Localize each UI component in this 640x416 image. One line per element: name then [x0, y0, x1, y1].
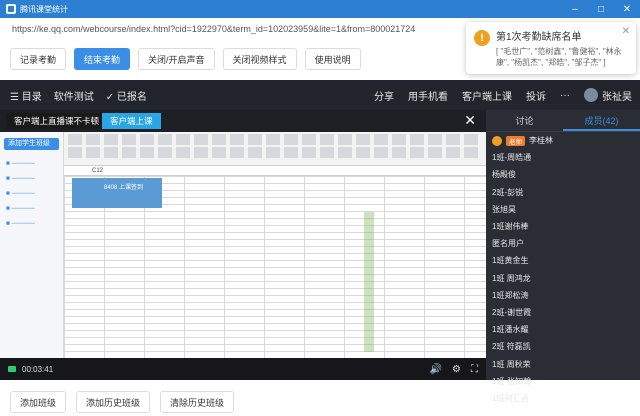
catalog-link[interactable]: ☰ 目录 — [10, 88, 42, 103]
member-item[interactable]: 张旭昊 — [486, 201, 640, 218]
member-name: 1班黄金生 — [492, 256, 529, 266]
clear-history-class-button[interactable]: 清除历史班级 — [160, 391, 235, 413]
classroom-stage: ☰ 目录 软件测试 ✓ 已报名 分享 用手机看 客户端上课 投诉 ··· 张祉昊… — [0, 80, 640, 403]
add-history-class-button[interactable]: 添加历史班级 — [76, 391, 151, 413]
member-item[interactable]: 1班谢伟棒 — [486, 218, 640, 235]
title-bar: 腾讯课堂统计 – □ ✕ — [0, 0, 640, 18]
fullscreen-icon[interactable]: ⛶ — [471, 364, 478, 375]
member-name: 1班潘水耀 — [492, 325, 529, 335]
toggle-sound-button[interactable]: 关闭/开启声音 — [138, 48, 215, 70]
member-item[interactable]: 1班潘水耀 — [486, 321, 640, 338]
spreadsheet-ribbon — [64, 132, 486, 166]
client-promo-banner: 客户端上直播课不卡顿 — [6, 113, 108, 129]
video-controls: 00:03:41 🔊 ⚙ ⛶ — [0, 358, 486, 380]
member-name: 1班 周鸿龙 — [492, 273, 531, 283]
member-item[interactable]: 2班-彭锐 — [486, 184, 640, 201]
shared-nav-item: ■ ───── — [6, 175, 35, 182]
classroom-nav: ☰ 目录 软件测试 ✓ 已报名 分享 用手机看 客户端上课 投诉 ··· 张祉昊 — [0, 80, 640, 110]
highlight-column — [364, 212, 374, 352]
record-attendance-button[interactable]: 记录考勤 — [10, 48, 67, 70]
instructions-button[interactable]: 使用说明 — [304, 48, 361, 70]
side-panel: 讨论 成员(42) 老师 李桂林 1班-周皓通 杨殿俊 2班-彭锐张旭昊 1班谢伟棒匿名用… — [486, 110, 640, 403]
member-item[interactable]: 老师 李桂林 — [486, 132, 640, 149]
window-controls: – □ ✕ — [562, 0, 640, 18]
user-name[interactable]: 张祉昊 — [602, 88, 632, 103]
client-class-button[interactable]: 客户端上课 — [102, 113, 161, 129]
sheet-title: 8408 上课签到 — [104, 185, 144, 191]
volume-icon[interactable]: 🔊 — [430, 364, 442, 375]
video-header: 客户端上直播课不卡顿 客户端上课 ✕ — [0, 110, 486, 132]
exclamation-icon: ! — [474, 30, 490, 46]
close-icon[interactable]: ✕ — [464, 112, 476, 129]
member-name: 杨殿俊 — [492, 170, 516, 180]
playback-time: 00:03:41 — [22, 364, 54, 374]
shared-nav-item: ■ ───── — [6, 205, 35, 212]
window-title: 腾讯课堂统计 — [20, 4, 68, 14]
app-icon — [6, 4, 16, 14]
maximize-button[interactable]: □ — [588, 0, 614, 18]
member-name: 1班 周秋荣 — [492, 359, 531, 369]
more-menu[interactable]: ··· — [560, 90, 570, 101]
avatar — [584, 88, 598, 102]
formula-bar: C12 — [64, 166, 486, 176]
end-attendance-button[interactable]: 结束考勤 — [74, 48, 131, 70]
member-item[interactable]: 杨殿俊 — [486, 166, 640, 183]
member-list: 老师 李桂林 1班-周皓通 杨殿俊 2班-彭锐张旭昊 1班谢伟棒匿名用户 1班黄金生 1班 周… — [486, 132, 640, 407]
close-icon[interactable]: ✕ — [622, 26, 630, 37]
url-text: https://ke.qq.com/webcourse/index.html?c… — [12, 24, 416, 34]
tab-members[interactable]: 成员(42) — [563, 110, 640, 131]
avatar — [492, 135, 502, 146]
side-tabs: 讨论 成员(42) — [486, 110, 640, 132]
member-item[interactable]: 1班-张知翰 — [486, 373, 640, 390]
member-item[interactable]: 2班 符磊凯 — [486, 338, 640, 355]
shared-nav-item: ■ ───── — [6, 220, 35, 227]
member-item[interactable]: 1班 周鸿龙 — [486, 270, 640, 287]
add-class-button[interactable]: 添加班级 — [10, 391, 67, 413]
member-name: 张旭昊 — [492, 204, 516, 214]
tab-discussion[interactable]: 讨论 — [486, 110, 563, 131]
member-name: 1班谢伟棒 — [492, 222, 529, 232]
shared-screen-sidebar: 添加学生班级 ■ ───── ■ ───── ■ ───── ■ ───── ■… — [0, 132, 64, 358]
add-class-button-shared: 添加学生班级 — [4, 138, 59, 150]
spreadsheet-grid: 8408 上课签到 — [64, 176, 486, 358]
member-name: 匿名用户 — [492, 239, 524, 249]
absence-notification: ! 第1次考勤缺席名单 [ "毛世广", "范树鑫", "鲁健裕", "林永康"… — [466, 22, 636, 74]
member-name: 2班-彭锐 — [492, 187, 524, 197]
member-item[interactable]: 1班 周秋荣 — [486, 355, 640, 372]
member-item[interactable]: 1班黄金生 — [486, 252, 640, 269]
client-class-link[interactable]: 客户端上课 — [462, 88, 512, 103]
member-name: 1班郑松涛 — [492, 290, 529, 300]
enrolled-status: ✓ 已报名 — [105, 91, 147, 103]
member-item[interactable]: 1班-周皓通 — [486, 149, 640, 166]
member-name: 1班-周皓通 — [492, 153, 532, 163]
complain-link[interactable]: 投诉 — [526, 88, 546, 103]
video-player[interactable]: 客户端上直播课不卡顿 客户端上课 ✕ 添加学生班级 ■ ───── ■ ────… — [0, 110, 486, 358]
course-name: 软件测试 — [53, 91, 94, 103]
mobile-view-link[interactable]: 用手机看 — [408, 88, 448, 103]
minimize-button[interactable]: – — [562, 0, 588, 18]
shared-nav-item: ■ ───── — [6, 160, 35, 167]
close-button[interactable]: ✕ — [614, 0, 640, 18]
shared-nav-item: ■ ───── — [6, 190, 35, 197]
share-link[interactable]: 分享 — [374, 88, 394, 103]
member-name: 李桂林 — [529, 136, 553, 146]
member-name: 1班-张知翰 — [492, 376, 532, 386]
member-item[interactable]: 匿名用户 — [486, 235, 640, 252]
close-video-style-button[interactable]: 关闭视频样式 — [222, 48, 297, 70]
settings-icon[interactable]: ⚙ — [452, 364, 461, 375]
member-item[interactable]: 2班-谢世霞 — [486, 304, 640, 321]
member-name: 2班 符磊凯 — [492, 342, 531, 352]
live-indicator-icon — [8, 366, 16, 372]
member-name: 2班-谢世霞 — [492, 307, 532, 317]
bottom-toolbar: 添加班级 添加历史班级 清除历史班级 — [0, 390, 640, 414]
notification-body: [ "毛世广", "范树鑫", "鲁健裕", "林永康", "杨凯杰", "郑皓… — [496, 47, 622, 67]
notification-title: 第1次考勤缺席名单 — [496, 32, 582, 43]
teacher-badge: 老师 — [506, 135, 525, 146]
member-item[interactable]: 1班郑松涛 — [486, 287, 640, 304]
